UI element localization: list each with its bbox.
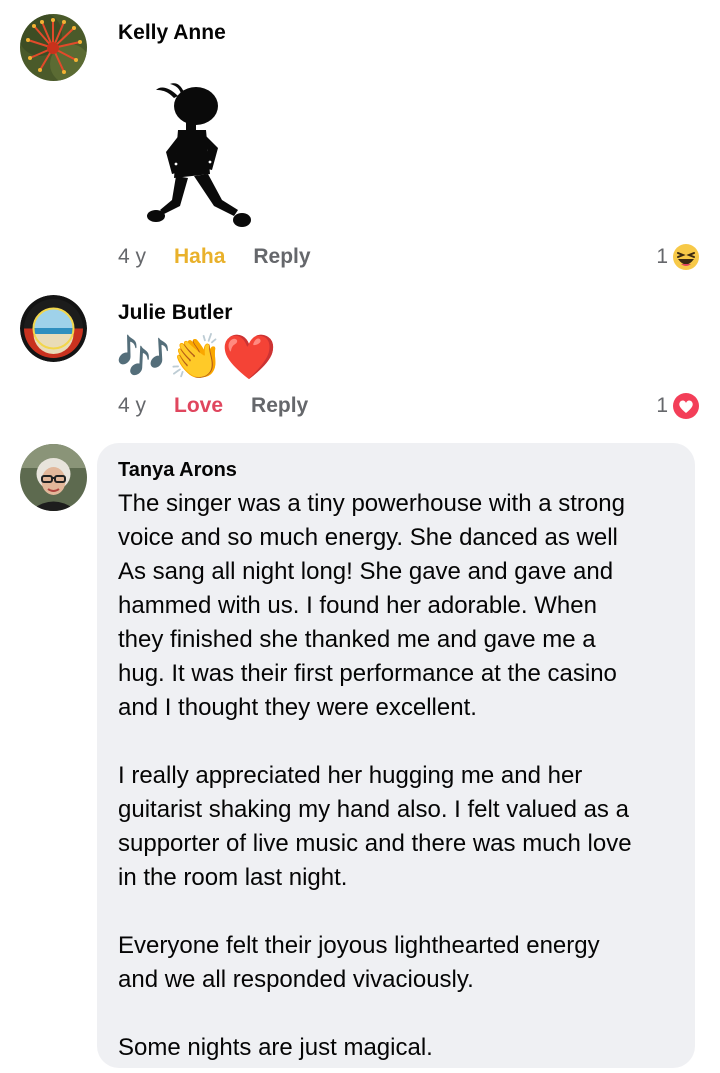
reaction-count: 1 <box>656 245 668 268</box>
grevillea-flower-avatar <box>20 14 87 81</box>
comment-paragraph: I really appreciated her hugging me and … <box>118 762 632 891</box>
beach-badge-avatar <box>20 295 87 362</box>
comment-paragraph: The singer was a tiny powerhouse with a … <box>118 490 625 721</box>
reaction-count-badge[interactable]: 1 <box>656 391 700 421</box>
comment-paragraph: Some nights are just magical. <box>118 1034 433 1061</box>
comment-body: The singer was a tiny powerhouse with a … <box>118 487 688 1065</box>
comment-author[interactable]: Kelly Anne <box>118 21 226 45</box>
avatar-tanya-arons[interactable] <box>20 444 87 511</box>
avatar-kelly-anne[interactable] <box>20 14 87 81</box>
haha-reaction-button[interactable]: Haha <box>174 245 225 269</box>
love-reaction-button[interactable]: Love <box>174 394 223 418</box>
avatar-julie-butler[interactable] <box>20 295 87 362</box>
comment-bubble: Tanya Arons The singer was a tiny powerh… <box>97 443 695 1068</box>
haha-emoji-icon <box>673 244 699 270</box>
comment-paragraph: Everyone felt their joyous lighthearted … <box>118 932 600 993</box>
reply-button[interactable]: Reply <box>253 245 310 269</box>
reaction-count: 1 <box>656 394 668 417</box>
comment-actions: 4 y Love Reply <box>118 391 308 421</box>
comment-timestamp: 4 y <box>118 394 147 417</box>
dancing-figure-sticker <box>138 82 253 234</box>
reply-button[interactable]: Reply <box>251 394 308 418</box>
reaction-count-badge[interactable]: 1 <box>656 242 700 272</box>
emoji-comment: 🎶👏❤️ <box>116 332 276 383</box>
woman-glasses-avatar <box>20 444 87 511</box>
comment-timestamp: 4 y <box>118 245 147 268</box>
comment-author[interactable]: Julie Butler <box>118 301 232 325</box>
comment-actions: 4 y Haha Reply <box>118 242 311 272</box>
comment-author[interactable]: Tanya Arons <box>118 459 237 482</box>
comments-thread: Kelly Anne 4 y Haha Reply 1 Julie Butler… <box>0 0 720 1073</box>
love-heart-icon <box>673 393 699 419</box>
